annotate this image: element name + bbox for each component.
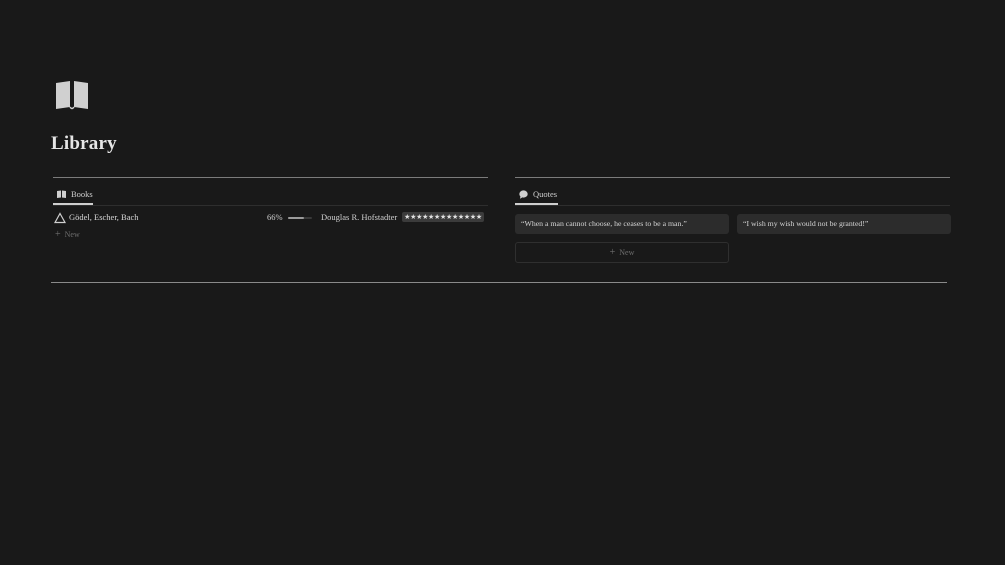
open-book-icon[interactable] [54, 80, 90, 110]
page: Library Books Gödel, Escher, Bach 66% Do… [0, 0, 1005, 565]
open-book-icon [57, 190, 66, 198]
quote-text: “I wish my wish would not be granted!” [743, 219, 869, 228]
books-new-button[interactable]: + New [55, 229, 80, 240]
progress-bar-fill [288, 217, 304, 219]
books-new-label: New [64, 230, 80, 239]
page-title[interactable]: Library [51, 133, 117, 155]
rating-badge: ★★★★★★★★★★★★★ [402, 212, 484, 222]
quotes-tab-separator [515, 205, 950, 206]
quotes-divider [515, 177, 950, 178]
plus-icon: + [55, 229, 61, 240]
quotes-new-button[interactable]: + New [515, 242, 729, 263]
triangle-icon [54, 212, 66, 224]
quote-text: “When a man cannot choose, he ceases to … [521, 219, 687, 228]
books-tab-separator [53, 205, 488, 206]
tab-books-label: Books [71, 189, 93, 199]
progress-bar [288, 217, 312, 219]
tab-books[interactable]: Books [57, 189, 93, 199]
bottom-divider [51, 282, 947, 283]
table-row[interactable]: Gödel, Escher, Bach 66% Douglas R. Hofst… [53, 210, 486, 226]
book-author: Douglas R. Hofstadter [321, 212, 398, 222]
quote-card[interactable]: “I wish my wish would not be granted!” [737, 214, 951, 234]
tab-quotes-label: Quotes [533, 189, 558, 199]
book-title[interactable]: Gödel, Escher, Bach [69, 212, 139, 222]
books-divider [53, 177, 488, 178]
progress-value: 66% [267, 212, 283, 222]
quotes-new-label: New [619, 248, 635, 257]
quote-card[interactable]: “When a man cannot choose, he ceases to … [515, 214, 729, 234]
plus-icon: + [609, 247, 616, 258]
speech-bubble-icon [519, 189, 528, 199]
tab-quotes[interactable]: Quotes [519, 189, 557, 199]
